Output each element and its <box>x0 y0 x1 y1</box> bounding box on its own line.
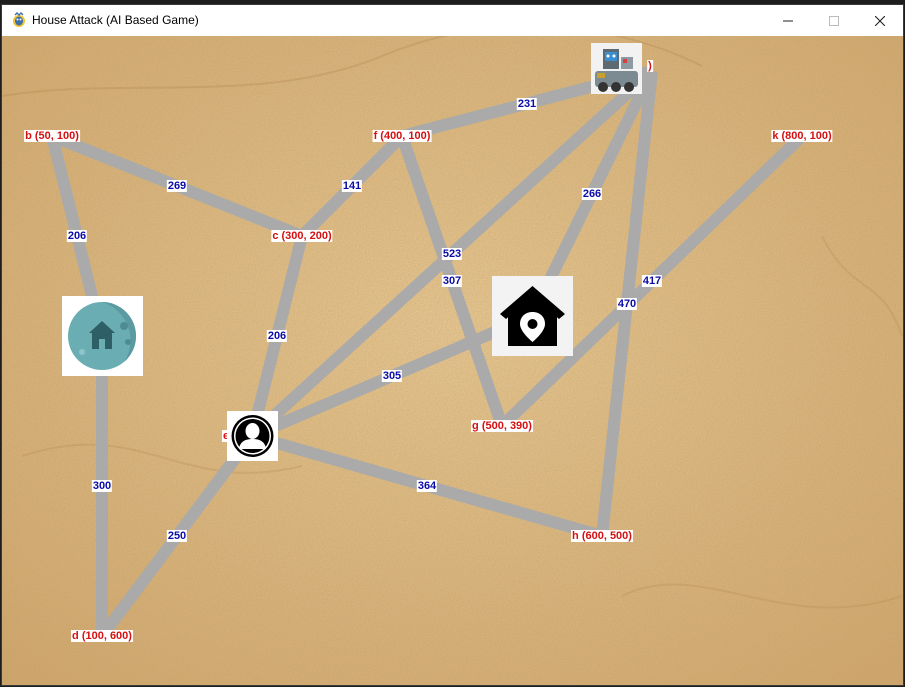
house-sprite[interactable] <box>492 276 573 356</box>
edge-weight-label: 364 <box>416 480 438 492</box>
edge-weight-label: 206 <box>266 330 288 342</box>
edge-weight-label: 206 <box>66 230 88 242</box>
pygame-snake-icon <box>13 12 25 27</box>
edge-weight-label: 523 <box>441 247 463 260</box>
edge-weight-label: 250 <box>166 530 188 542</box>
node-label-g: g (500, 390) <box>471 420 533 432</box>
node-label-d: d (100, 600) <box>71 630 133 642</box>
close-button[interactable] <box>857 5 903 36</box>
player-sprite[interactable] <box>227 411 278 461</box>
window-title: House Attack (AI Based Game) <box>32 13 199 27</box>
title-bar[interactable]: House Attack (AI Based Game) <box>2 5 903 36</box>
robot-enemy-sprite[interactable] <box>591 43 642 94</box>
close-icon <box>875 15 885 26</box>
house-location-icon <box>500 286 565 346</box>
node-label-h: h (600, 500) <box>571 530 633 542</box>
node-label-a: ) <box>647 60 653 72</box>
edge-weight-label: 307 <box>441 275 463 287</box>
edge-weight-label: 305 <box>381 370 403 382</box>
game-window: House Attack (AI Based Game) 269 206 300… <box>1 4 904 686</box>
edge-weight-label: 300 <box>91 480 113 492</box>
edge-weight-label: 141 <box>341 180 363 192</box>
edge-weight-label: 269 <box>166 180 188 192</box>
node-label-k: k (800, 100) <box>771 130 833 142</box>
edge-weight-label: 470 <box>616 297 638 310</box>
home-planet-icon <box>68 302 137 370</box>
node-label-f: f (400, 100) <box>372 130 432 142</box>
person-avatar-icon <box>231 415 274 457</box>
minimize-button[interactable] <box>765 5 811 36</box>
maximize-icon <box>829 15 839 26</box>
game-board[interactable]: 269 206 300 250 206 141 231 307 523 305 364 266 470 4… <box>2 36 903 685</box>
home-planet-sprite[interactable] <box>62 296 143 376</box>
maximize-button[interactable] <box>811 5 857 36</box>
robot-icon <box>595 49 638 92</box>
edge-weight-label: 266 <box>581 187 603 200</box>
edge-weight-label: 231 <box>516 97 538 110</box>
edge-weight-label: 417 <box>641 275 663 287</box>
node-label-c: c (300, 200) <box>271 230 333 242</box>
minimize-icon <box>783 20 793 21</box>
node-label-b: b (50, 100) <box>24 130 80 142</box>
